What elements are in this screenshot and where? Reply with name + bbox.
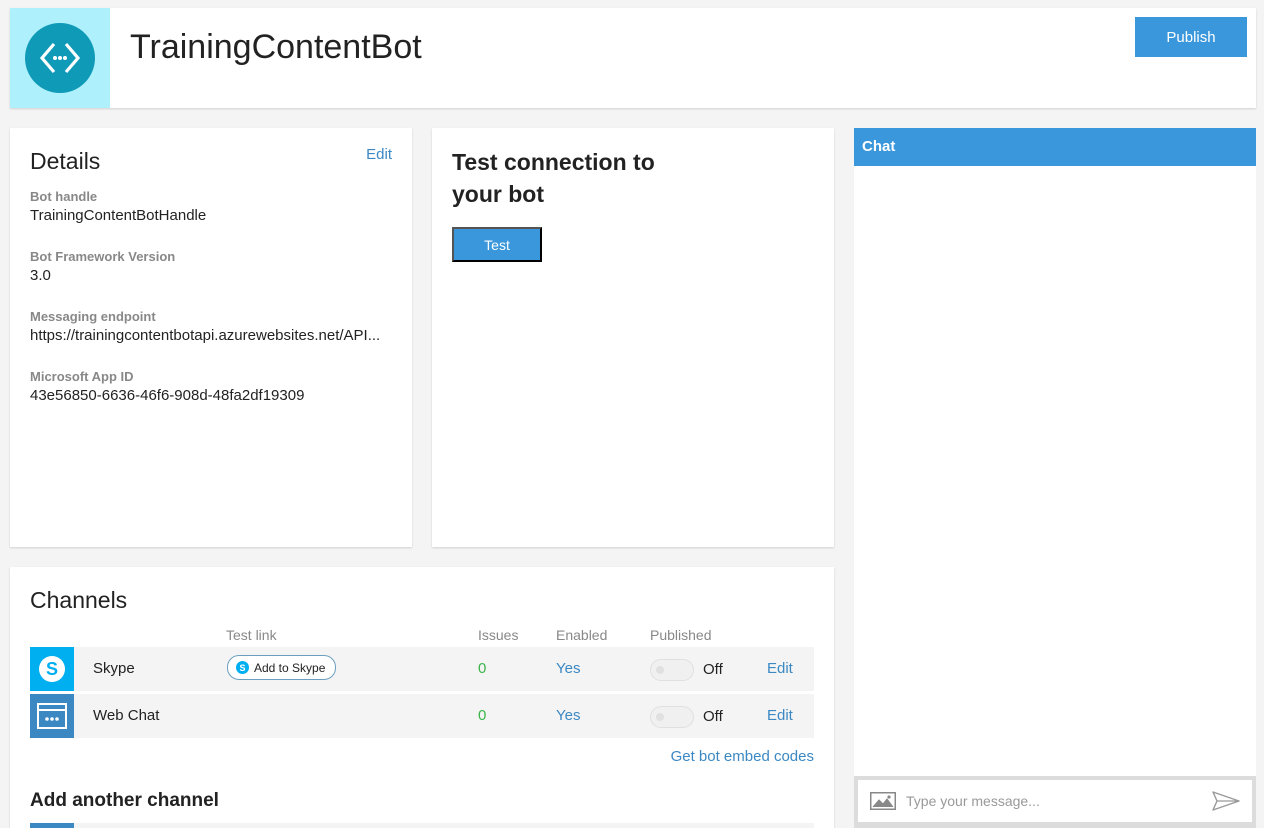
web-chat-icon — [30, 694, 74, 738]
chat-input-bar — [854, 776, 1256, 828]
channel-enabled[interactable]: Yes — [556, 660, 580, 677]
channel-row-skype: S Skype S Add to Skype 0 Yes Off Edit — [30, 647, 814, 691]
published-status: Off — [703, 661, 723, 678]
channels-title: Channels — [30, 587, 128, 613]
published-toggle[interactable] — [650, 659, 694, 681]
test-connection-card: Test connection to your bot Test — [432, 128, 834, 547]
details-edit-link[interactable]: Edit — [366, 146, 392, 163]
channel-icon — [30, 823, 74, 828]
framework-version-value: 3.0 — [30, 267, 51, 284]
code-brackets-icon — [25, 23, 95, 93]
chat-input-box — [858, 780, 1252, 822]
bot-logo — [10, 8, 110, 108]
details-card: Details Edit Bot handle TrainingContentB… — [10, 128, 412, 547]
details-title: Details — [30, 148, 101, 174]
channel-enabled[interactable]: Yes — [556, 707, 580, 724]
channel-name: Web Chat — [93, 707, 160, 724]
chat-panel: Chat — [854, 128, 1256, 828]
channel-issues: 0 — [478, 707, 487, 724]
channel-row-web-chat: Web Chat 0 Yes Off Edit — [30, 694, 814, 738]
add-to-skype-label: Add to Skype — [254, 660, 326, 675]
published-status: Off — [703, 708, 723, 725]
col-enabled: Enabled — [556, 627, 608, 643]
publish-button[interactable]: Publish — [1135, 17, 1247, 57]
messaging-endpoint-label: Messaging endpoint — [30, 309, 156, 324]
chat-message-input[interactable] — [906, 788, 1196, 814]
add-another-channel-title: Add another channel — [30, 790, 219, 811]
published-toggle[interactable] — [650, 706, 694, 728]
col-published: Published — [650, 627, 712, 643]
test-connection-title: Test connection to your bot — [452, 149, 655, 207]
page-title: TrainingContentBot — [130, 28, 422, 66]
bot-handle-value: TrainingContentBotHandle — [30, 207, 207, 224]
channel-name: Skype — [93, 660, 135, 677]
channel-row-peek — [30, 823, 814, 828]
bot-header: TrainingContentBot Publish — [10, 8, 1256, 108]
bot-handle-label: Bot handle — [30, 189, 98, 204]
skype-icon: S — [30, 647, 74, 691]
col-test-link: Test link — [226, 627, 277, 643]
get-embed-codes-link[interactable]: Get bot embed codes — [671, 748, 814, 765]
channel-issues: 0 — [478, 660, 487, 677]
channel-edit-link[interactable]: Edit — [767, 660, 793, 677]
framework-version-label: Bot Framework Version — [30, 249, 176, 264]
app-id-value: 43e56850-6636-46f6-908d-48fa2df19309 — [30, 387, 305, 404]
skype-small-icon: S — [236, 661, 249, 674]
add-to-skype-button[interactable]: S Add to Skype — [227, 655, 337, 680]
test-button[interactable]: Test — [452, 227, 542, 262]
app-id-label: Microsoft App ID — [30, 369, 134, 384]
svg-text:S: S — [46, 659, 58, 679]
channel-edit-link[interactable]: Edit — [767, 707, 793, 724]
col-issues: Issues — [478, 627, 519, 643]
channels-card: Channels Test link Issues Enabled Publis… — [10, 567, 834, 828]
send-icon[interactable] — [1212, 791, 1240, 811]
chat-title: Chat — [854, 128, 1256, 166]
messaging-endpoint-value: https://trainingcontentbotapi.azurewebsi… — [30, 327, 381, 344]
image-upload-icon[interactable] — [870, 792, 896, 810]
